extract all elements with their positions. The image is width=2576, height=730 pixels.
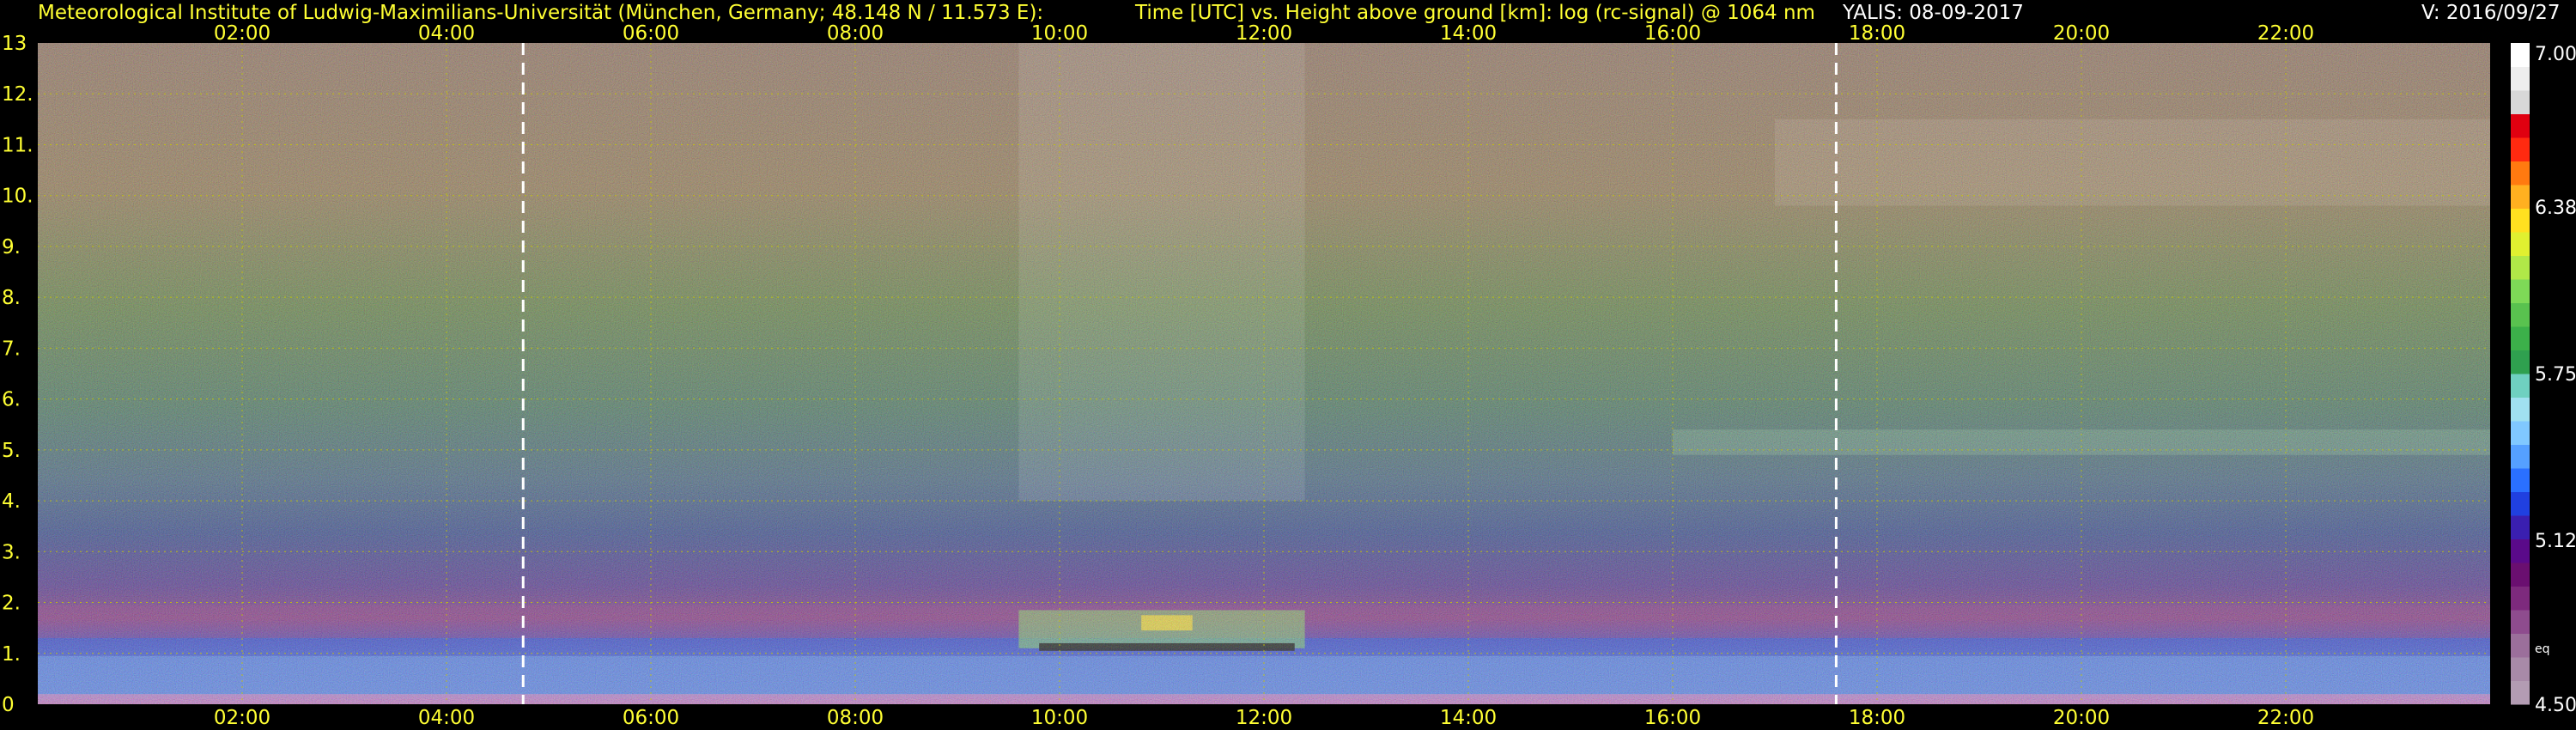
colorbar-segment — [2511, 491, 2530, 516]
x-tick-label-top: 22:00 — [2257, 22, 2314, 45]
y-tick-label: 8. — [2, 287, 21, 309]
colorbar-segment — [2511, 185, 2530, 209]
x-tick-label-bottom: 18:00 — [1849, 707, 1905, 729]
x-tick-label-bottom: 22:00 — [2257, 707, 2314, 729]
colorbar-segment — [2511, 302, 2530, 327]
y-tick-label: 0 — [2, 694, 15, 716]
colorbar-tick-label: eq — [2535, 642, 2550, 656]
x-tick-label-top: 08:00 — [827, 22, 884, 45]
colorbar: 7.00 6.38 5.75 5.12 eq 4.50 — [2511, 43, 2576, 716]
colorbar-segment — [2511, 326, 2530, 350]
y-tick-label: 13 — [2, 33, 27, 55]
x-tick-label-bottom: 16:00 — [1644, 707, 1701, 729]
colorbar-segment — [2511, 161, 2530, 186]
y-tick-label: 3. — [2, 541, 21, 563]
colorbar-segment — [2511, 208, 2530, 233]
y-tick-label: 9. — [2, 236, 21, 259]
x-tick-label-top: 12:00 — [1236, 22, 1292, 45]
y-tick-label: 4. — [2, 490, 21, 513]
colorbar-tick-label: 4.50 — [2535, 695, 2576, 716]
x-tick-label-top: 06:00 — [623, 22, 679, 45]
x-tick-label-bottom: 04:00 — [418, 707, 475, 729]
x-tick-label-top: 02:00 — [214, 22, 270, 45]
colorbar-segment — [2511, 137, 2530, 161]
x-tick-label-top: 18:00 — [1849, 22, 1905, 45]
colorbar-tick-label: 7.00 — [2535, 44, 2576, 65]
plot-area — [38, 43, 2490, 704]
x-tick-label-bottom: 10:00 — [1031, 707, 1088, 729]
colorbar-segment — [2511, 680, 2530, 705]
colorbar-segment — [2511, 279, 2530, 303]
colorbar-segment — [2511, 633, 2530, 658]
y-tick-label: 12. — [2, 83, 33, 106]
colorbar-segment — [2511, 468, 2530, 492]
y-tick-label: 2. — [2, 593, 21, 615]
x-tick-label-top: 16:00 — [1644, 22, 1701, 45]
colorbar-segment — [2511, 43, 2530, 67]
colorbar-segment — [2511, 232, 2530, 256]
colorbar-segment — [2511, 610, 2530, 634]
x-tick-label-bottom: 02:00 — [214, 707, 270, 729]
x-axis-bottom: 02:00 04:00 06:00 08:00 10:00 12:00 14:00 16:00… — [214, 707, 2314, 729]
x-tick-label-bottom: 06:00 — [623, 707, 679, 729]
y-tick-label: 7. — [2, 338, 21, 360]
colorbar-segment — [2511, 538, 2530, 563]
colorbar-segment — [2511, 563, 2530, 587]
colorbar-segment — [2511, 66, 2530, 91]
colorbar-segment — [2511, 255, 2530, 280]
colorbar-tick-label: 6.38 — [2535, 198, 2576, 219]
y-tick-label: 10. — [2, 186, 33, 208]
y-axis: 0 1. 2. 3. 4. 5. 6. 7. 8. 9. 10. 11. 12. 13 — [2, 33, 33, 716]
colorbar-tick-label: 5.12 — [2535, 531, 2576, 552]
y-tick-label: 11. — [2, 134, 33, 156]
colorbar-segment — [2511, 515, 2530, 539]
y-tick-label: 6. — [2, 389, 21, 411]
colorbar-segment — [2511, 374, 2530, 398]
colorbar-segment — [2511, 397, 2530, 422]
colorbar-tick-label: 5.75 — [2535, 364, 2576, 386]
x-tick-label-top: 14:00 — [1440, 22, 1497, 45]
x-axis-top: 02:00 04:00 06:00 08:00 10:00 12:00 14:00 16:00… — [214, 22, 2314, 45]
x-tick-label-top: 10:00 — [1031, 22, 1088, 45]
colorbar-segment — [2511, 586, 2530, 611]
lidar-chart: 0 1. 2. 3. 4. 5. 6. 7. 8. 9. 10. 11. 12. 13 02:00 04:0… — [2, 22, 2576, 729]
x-tick-label-top: 20:00 — [2053, 22, 2110, 45]
colorbar-segment — [2511, 421, 2530, 445]
x-tick-label-bottom: 12:00 — [1236, 707, 1292, 729]
colorbar-segment — [2511, 90, 2530, 114]
x-tick-label-top: 04:00 — [418, 22, 475, 45]
x-tick-label-bottom: 20:00 — [2053, 707, 2110, 729]
colorbar-segment — [2511, 350, 2530, 374]
y-tick-label: 5. — [2, 440, 21, 462]
y-tick-label: 1. — [2, 643, 21, 666]
x-tick-label-bottom: 14:00 — [1440, 707, 1497, 729]
colorbar-segment — [2511, 444, 2530, 469]
colorbar-segment — [2511, 657, 2530, 681]
colorbar-segment — [2511, 113, 2530, 138]
x-tick-label-bottom: 08:00 — [827, 707, 884, 729]
